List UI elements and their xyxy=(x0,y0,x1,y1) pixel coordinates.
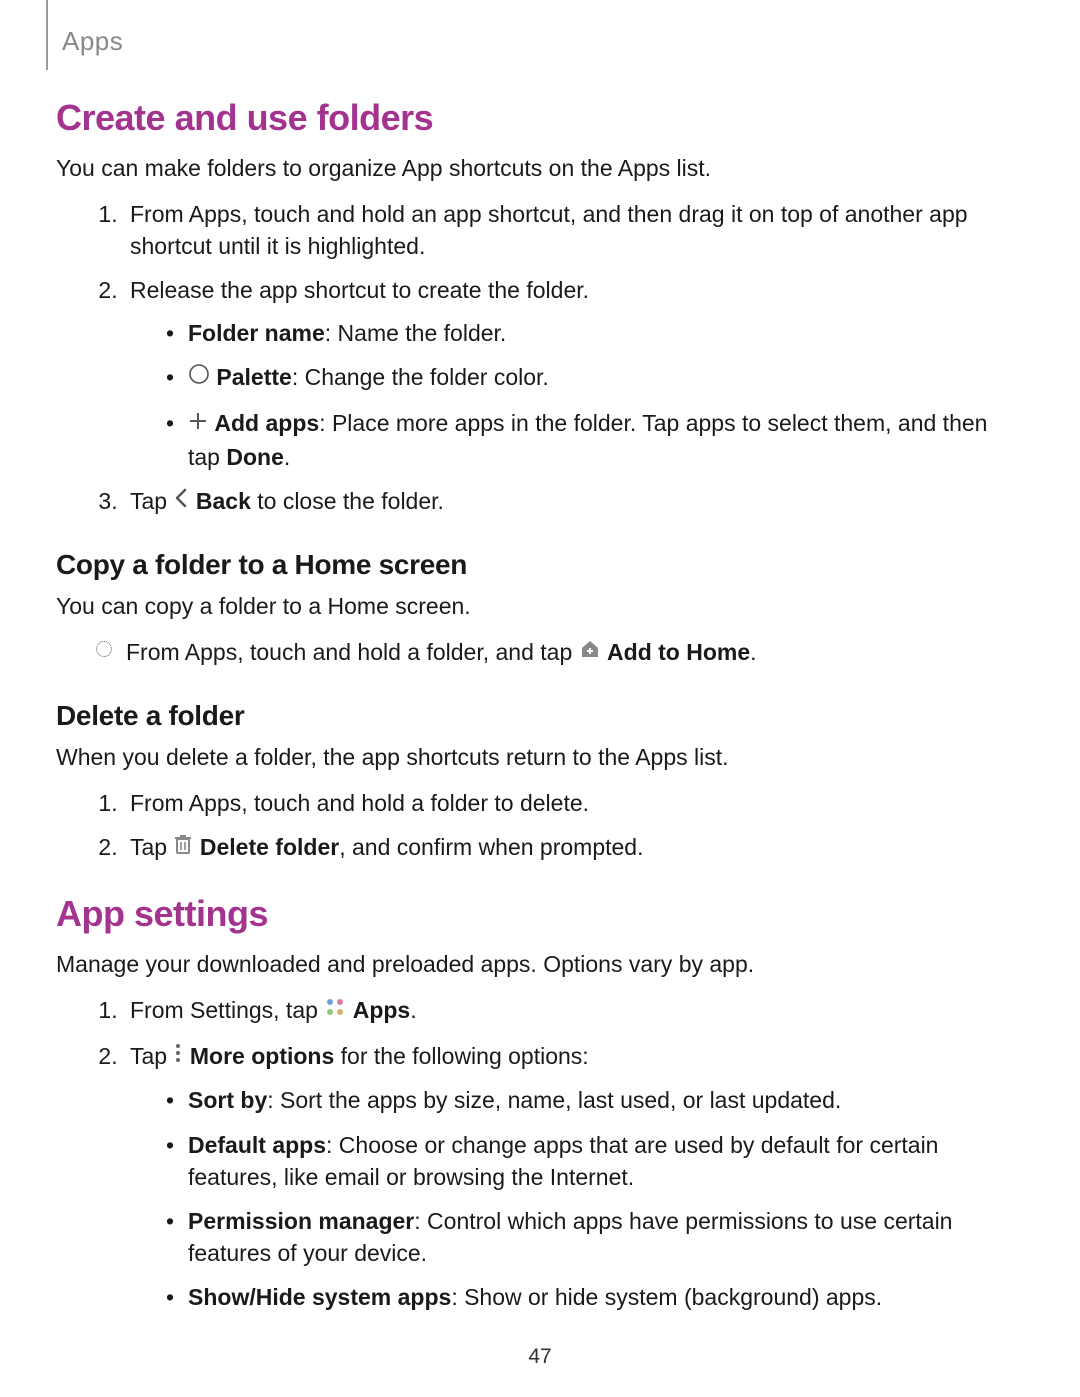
heading-copy-folder: Copy a folder to a Home screen xyxy=(56,549,1024,581)
delete-step-1: From Apps, touch and hold a folder to de… xyxy=(124,787,1024,819)
text-show-hide: : Show or hide system (background) apps. xyxy=(451,1284,882,1310)
palette-icon xyxy=(188,361,210,393)
steps-create-folders: From Apps, touch and hold an app shortcu… xyxy=(56,198,1024,519)
text-add-apps-2: . xyxy=(284,444,290,470)
text-folder-name: : Name the folder. xyxy=(325,320,507,346)
text-sort-by: : Sort the apps by size, name, last used… xyxy=(267,1087,841,1113)
step-3-post: to close the folder. xyxy=(251,488,444,514)
delete-step-2: Tap Delete folder, and confirm when prom… xyxy=(124,831,1024,865)
appset-step-1: From Settings, tap Apps. xyxy=(124,994,1024,1028)
label-folder-name: Folder name xyxy=(188,320,325,346)
step-3: Tap Back to close the folder. xyxy=(124,485,1024,519)
intro-copy-folder: You can copy a folder to a Home screen. xyxy=(56,591,1024,622)
appset-step-1-pre: From Settings, tap xyxy=(130,997,324,1023)
steps-app-settings: From Settings, tap Apps. Tap More option… xyxy=(56,994,1024,1313)
label-delete-folder: Delete folder xyxy=(200,834,339,860)
label-default-apps: Default apps xyxy=(188,1132,326,1158)
heading-create-folders: Create and use folders xyxy=(56,97,1024,139)
heading-delete-folder: Delete a folder xyxy=(56,700,1024,732)
step-2-sublist: Folder name: Name the folder. Palette: C… xyxy=(130,317,1024,473)
trash-icon xyxy=(173,831,193,863)
delete-step-2-pre: Tap xyxy=(130,834,173,860)
label-palette: Palette xyxy=(216,364,291,390)
heading-app-settings: App settings xyxy=(56,893,1024,935)
opt-permission-manager: Permission manager: Control which apps h… xyxy=(166,1205,1024,1269)
list-copy-folder: From Apps, touch and hold a folder, and … xyxy=(56,636,1024,670)
appset-step-2-post: for the following options: xyxy=(334,1043,588,1069)
subitem-palette: Palette: Change the folder color. xyxy=(166,361,1024,395)
appset-step-2-pre: Tap xyxy=(130,1043,173,1069)
delete-step-2-post: , and confirm when prompted. xyxy=(339,834,643,860)
page: Apps Create and use folders You can make… xyxy=(0,0,1080,1314)
subitem-add-apps: Add apps: Place more apps in the folder.… xyxy=(166,407,1024,473)
label-apps: Apps xyxy=(353,997,411,1023)
intro-create-folders: You can make folders to organize App sho… xyxy=(56,153,1024,184)
label-more-options: More options xyxy=(190,1043,334,1069)
step-3-pre: Tap xyxy=(130,488,173,514)
intro-app-settings: Manage your downloaded and preloaded app… xyxy=(56,949,1024,980)
intro-delete-folder: When you delete a folder, the app shortc… xyxy=(56,742,1024,773)
header-rule xyxy=(46,0,48,70)
step-2: Release the app shortcut to create the f… xyxy=(124,274,1024,473)
steps-delete-folder: From Apps, touch and hold a folder to de… xyxy=(56,787,1024,865)
back-icon xyxy=(173,485,189,517)
step-1: From Apps, touch and hold an app shortcu… xyxy=(124,198,1024,262)
plus-icon xyxy=(188,407,208,439)
dotted-circle-icon xyxy=(96,641,112,657)
label-done: Done xyxy=(226,444,284,470)
appset-step-1-post: . xyxy=(410,997,416,1023)
header-label: Apps xyxy=(56,26,123,56)
opt-show-hide-system: Show/Hide system apps: Show or hide syst… xyxy=(166,1281,1024,1313)
label-show-hide: Show/Hide system apps xyxy=(188,1284,451,1310)
apps-grid-icon xyxy=(324,994,346,1026)
add-to-home-icon xyxy=(579,636,601,668)
page-number: 47 xyxy=(0,1345,1080,1369)
opt-sort-by: Sort by: Sort the apps by size, name, la… xyxy=(166,1084,1024,1116)
item-copy-folder: From Apps, touch and hold a folder, and … xyxy=(96,636,1024,670)
label-add-apps: Add apps xyxy=(214,410,319,436)
page-header: Apps xyxy=(56,26,1024,57)
label-permission-manager: Permission manager xyxy=(188,1208,414,1234)
label-back: Back xyxy=(196,488,251,514)
more-options-icon xyxy=(173,1040,183,1072)
copy-post: . xyxy=(750,639,756,665)
step-2-text: Release the app shortcut to create the f… xyxy=(130,277,589,303)
text-palette: : Change the folder color. xyxy=(292,364,549,390)
label-sort-by: Sort by xyxy=(188,1087,267,1113)
more-options-list: Sort by: Sort the apps by size, name, la… xyxy=(130,1084,1024,1313)
appset-step-2: Tap More options for the following optio… xyxy=(124,1040,1024,1313)
opt-default-apps: Default apps: Choose or change apps that… xyxy=(166,1129,1024,1193)
subitem-folder-name: Folder name: Name the folder. xyxy=(166,317,1024,349)
copy-pre: From Apps, touch and hold a folder, and … xyxy=(126,639,579,665)
label-add-to-home: Add to Home xyxy=(607,639,750,665)
